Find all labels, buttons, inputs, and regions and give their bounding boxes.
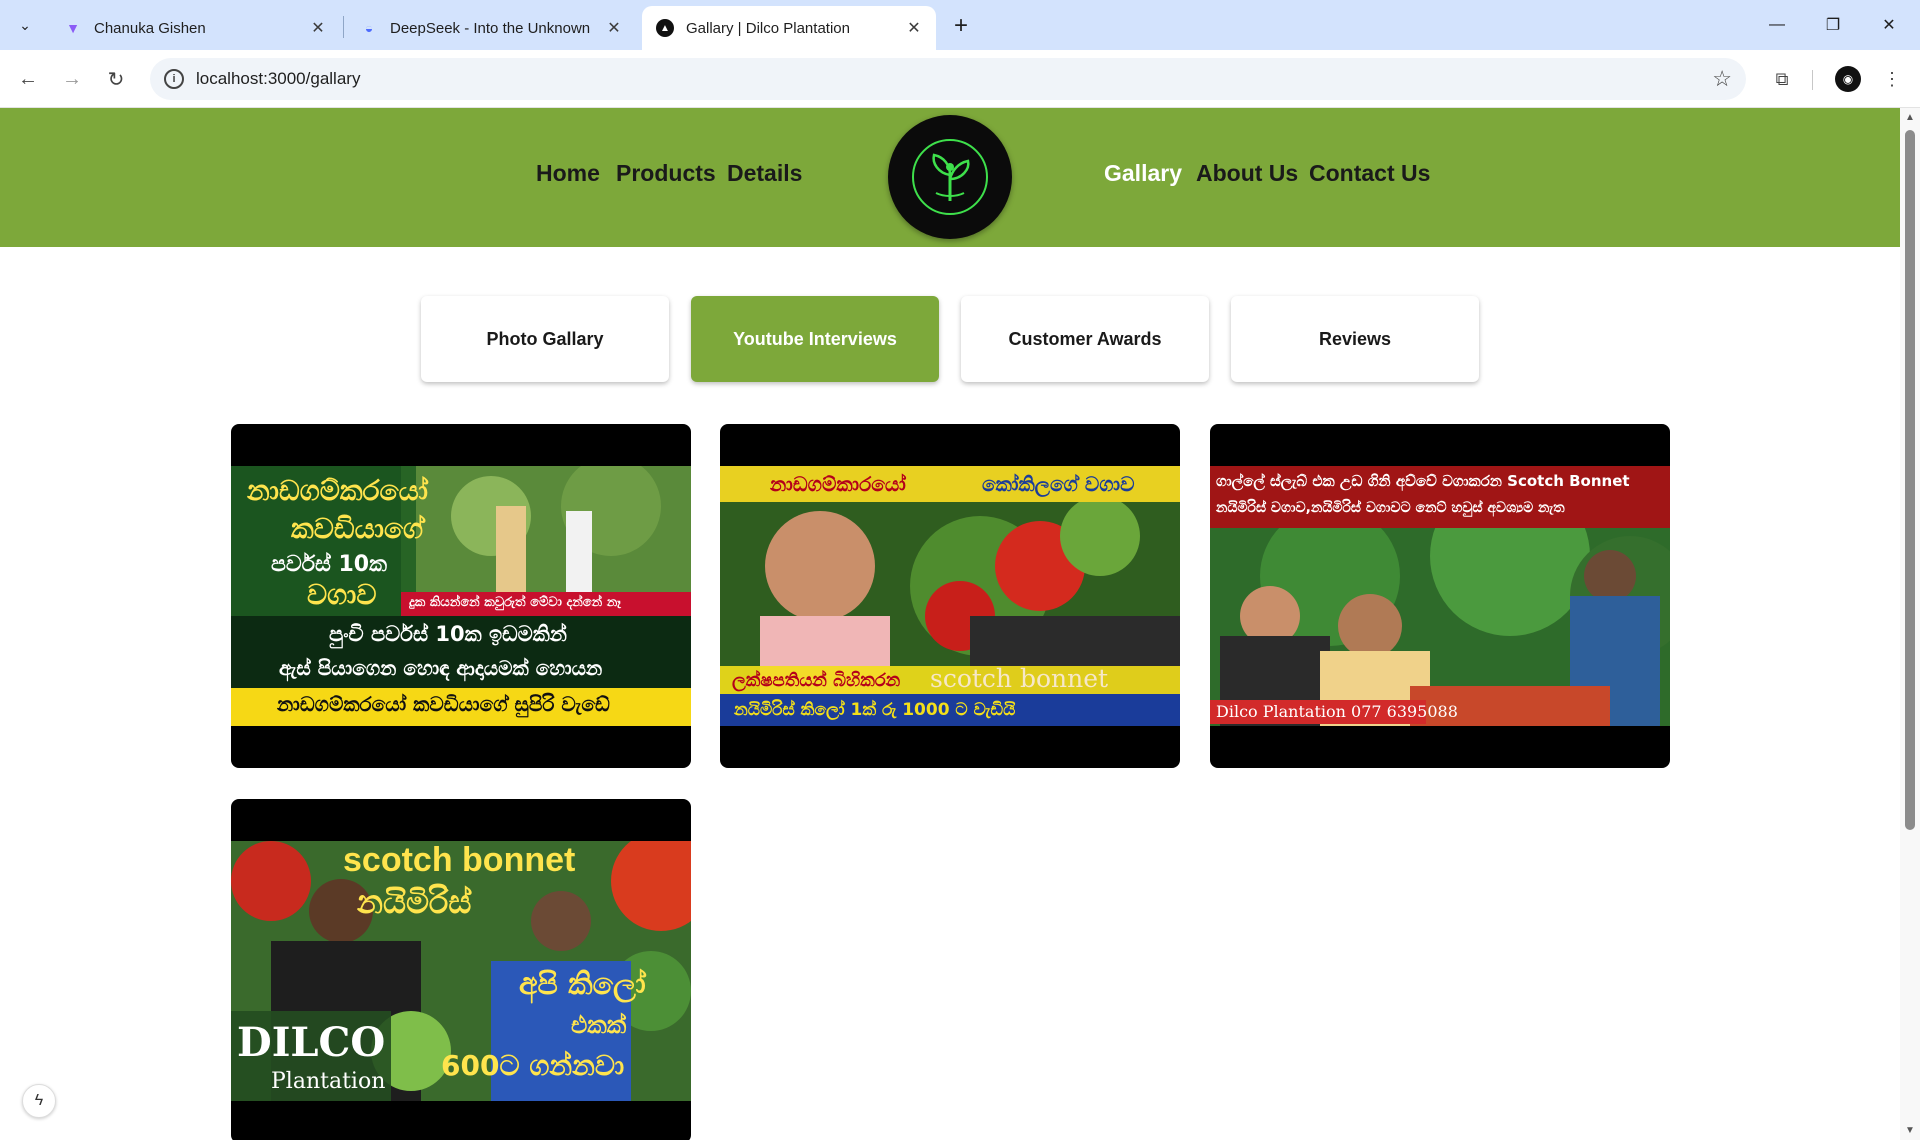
close-tab-icon[interactable]: ✕ <box>904 18 924 38</box>
thumbnail-text: 600ට ගන්නවා <box>441 1049 625 1082</box>
thumbnail-text: කෝකිලගේ වගාව <box>982 472 1135 496</box>
thumbnail-text: Plantation <box>271 1069 386 1094</box>
url-text[interactable]: localhost:3000/gallary <box>196 69 360 89</box>
video-thumbnail[interactable]: නාඩගම්කරයෝ කවඩියාගේ පර්වස් 10ක වගාව දුක … <box>231 466 691 726</box>
dilco-logo[interactable] <box>888 115 1012 239</box>
video-thumbnail[interactable]: ගාල්ලේ ස්ලැබ් එක උඩ ගිනි අව්වේ වගාකරන Sc… <box>1210 466 1670 726</box>
youtube-video-embed[interactable]: ගාල්ලේ ස්ලැබ් එක උඩ ගිනි අව්වේ වගාකරන Sc… <box>1210 424 1670 768</box>
dev-tools-lightning-icon[interactable]: ϟ <box>22 1084 56 1118</box>
scrollbar-thumb[interactable] <box>1905 130 1915 830</box>
tab-title: Gallary | Dilco Plantation <box>686 19 850 37</box>
thumbnail-text: scotch bonnet <box>343 841 576 879</box>
address-bar[interactable]: i localhost:3000/gallary ☆ <box>150 58 1746 100</box>
thumbnail-text: ගාල්ලේ ස්ලැබ් එක උඩ ගිනි අව්වේ වගාකරන Sc… <box>1216 472 1630 490</box>
tab-customer-awards[interactable]: Customer Awards <box>961 296 1209 382</box>
page-viewport: Home Products Details Gallary About Us C… <box>0 108 1900 1140</box>
nav-gallary[interactable]: Gallary <box>1104 160 1182 187</box>
nav-details[interactable]: Details <box>727 160 802 187</box>
thumbnail-text: නයිමිරිස් <box>357 883 472 921</box>
extensions-puzzle-icon[interactable]: ⧉ <box>1766 63 1798 95</box>
tab-youtube-interviews[interactable]: Youtube Interviews <box>691 296 939 382</box>
restore-icon[interactable]: ❐ <box>1810 0 1856 50</box>
thumbnail-text: ලක්ෂපතියන් බිහිකරන <box>732 670 901 691</box>
browser-menu-icon[interactable]: ⋮ <box>1876 63 1908 95</box>
bookmark-star-icon[interactable]: ☆ <box>1712 66 1732 92</box>
thumbnail-text: Dilco Plantation 077 6395088 <box>1216 702 1458 721</box>
tab-title: DeepSeek - Into the Unknown <box>390 19 591 37</box>
site-header: Home Products Details Gallary About Us C… <box>0 108 1900 247</box>
browser-toolbar: ← → ↻ i localhost:3000/gallary ☆ ⧉ ◉ ⋮ <box>0 50 1920 108</box>
browser-tab-deepseek[interactable]: ◒ DeepSeek - Into the Unknown ✕ <box>346 6 636 50</box>
youtube-video-embed[interactable]: නාඩගම්කරයෝ කවඩියාගේ පර්වස් 10ක වගාව දුක … <box>231 424 691 768</box>
video-thumbnail[interactable]: නාඩගම්කාරයෝ කෝකිලගේ වගාව ලක්ෂපතියන් බිහි… <box>720 466 1180 726</box>
tab-photo-gallary[interactable]: Photo Gallary <box>421 296 669 382</box>
thumbnail-text: කවඩියාගේ <box>291 512 424 545</box>
thumbnail-text: නාඩගම්කරයෝ <box>247 474 428 507</box>
plant-leaf-icon <box>932 153 970 201</box>
thumbnail-text: දුක කියන්නේ කවුරුත් මේවා දන්නේ නෑ <box>409 595 621 610</box>
tab-divider <box>343 16 344 38</box>
profile-avatar[interactable]: ◉ <box>1832 63 1864 95</box>
nextjs-icon: ▲ <box>656 19 674 37</box>
close-window-icon[interactable]: ✕ <box>1866 0 1912 50</box>
video-thumbnail[interactable]: scotch bonnet නයිමිරිස් අපි කිලෝ එකක් 60… <box>231 841 691 1101</box>
minimize-icon[interactable]: — <box>1754 0 1800 50</box>
tab-title: Chanuka Gishen <box>94 19 206 37</box>
site-info-icon[interactable]: i <box>164 69 184 89</box>
avatar-icon: ◉ <box>1835 66 1861 92</box>
page-scrollbar[interactable]: ▲ ▼ <box>1900 108 1920 1140</box>
forward-arrow-icon[interactable]: → <box>54 61 90 97</box>
thumbnail-text: පර්වස් 10ක <box>271 552 387 577</box>
browser-tab-chanuka[interactable]: ▼ Chanuka Gishen ✕ <box>50 6 340 50</box>
thumbnail-text: නයිමිරිස් කිලෝ 1ක් රු 1000 ට වැඩියි <box>734 700 1016 720</box>
thumbnail-text: නාඩගම්කාරයෝ <box>770 472 906 496</box>
youtube-video-embed[interactable]: scotch bonnet නයිමිරිස් අපි කිලෝ එකක් 60… <box>231 799 691 1140</box>
youtube-video-embed[interactable]: නාඩගම්කාරයෝ කෝකිලගේ වගාව ලක්ෂපතියන් බිහි… <box>720 424 1180 768</box>
tab-search-chevron-icon[interactable]: ⌄ <box>10 10 40 40</box>
thumbnail-text: නයිමිරිස් වගාව,නයිමිරිස් වගාවට නෙට් හවුස… <box>1216 500 1565 516</box>
thumbnail-text: scotch bonnet <box>930 664 1109 693</box>
close-tab-icon[interactable]: ✕ <box>604 18 624 38</box>
thumbnail-text: අපි කිලෝ <box>519 967 646 1002</box>
browser-tab-gallary[interactable]: ▲ Gallary | Dilco Plantation ✕ <box>642 6 936 50</box>
reload-icon[interactable]: ↻ <box>98 61 134 97</box>
scroll-up-arrow-icon[interactable]: ▲ <box>1905 112 1915 123</box>
thumbnail-text: එකක් <box>571 1011 627 1039</box>
nav-home[interactable]: Home <box>536 160 600 187</box>
browser-tab-strip: ⌄ ▼ Chanuka Gishen ✕ ◒ DeepSeek - Into t… <box>0 0 1920 50</box>
thumbnail-text: පුංචි පර්වස් 10ක ඉඩමකින් <box>329 622 567 646</box>
deepseek-icon: ◒ <box>364 20 374 36</box>
scroll-down-arrow-icon[interactable]: ▼ <box>1905 1125 1915 1136</box>
thumbnail-text: ඇස් පියාගෙන හොඳ ආදායමක් හොයන <box>279 656 603 680</box>
close-tab-icon[interactable]: ✕ <box>308 18 328 38</box>
new-tab-plus-icon[interactable]: + <box>945 10 977 42</box>
nav-about-us[interactable]: About Us <box>1196 160 1298 187</box>
thumbnail-text: DILCO <box>237 1019 386 1066</box>
back-arrow-icon[interactable]: ← <box>10 61 46 97</box>
nav-products[interactable]: Products <box>616 160 716 187</box>
thumbnail-text: නාඩගම්කරයෝ කවඩියාගේ සුපිරි වැඩේ <box>277 692 610 716</box>
toolbar-divider <box>1812 70 1813 90</box>
vite-icon: ▼ <box>66 20 80 36</box>
thumbnail-text: වගාව <box>307 578 377 611</box>
nav-contact-us[interactable]: Contact Us <box>1309 160 1430 187</box>
tab-reviews[interactable]: Reviews <box>1231 296 1479 382</box>
